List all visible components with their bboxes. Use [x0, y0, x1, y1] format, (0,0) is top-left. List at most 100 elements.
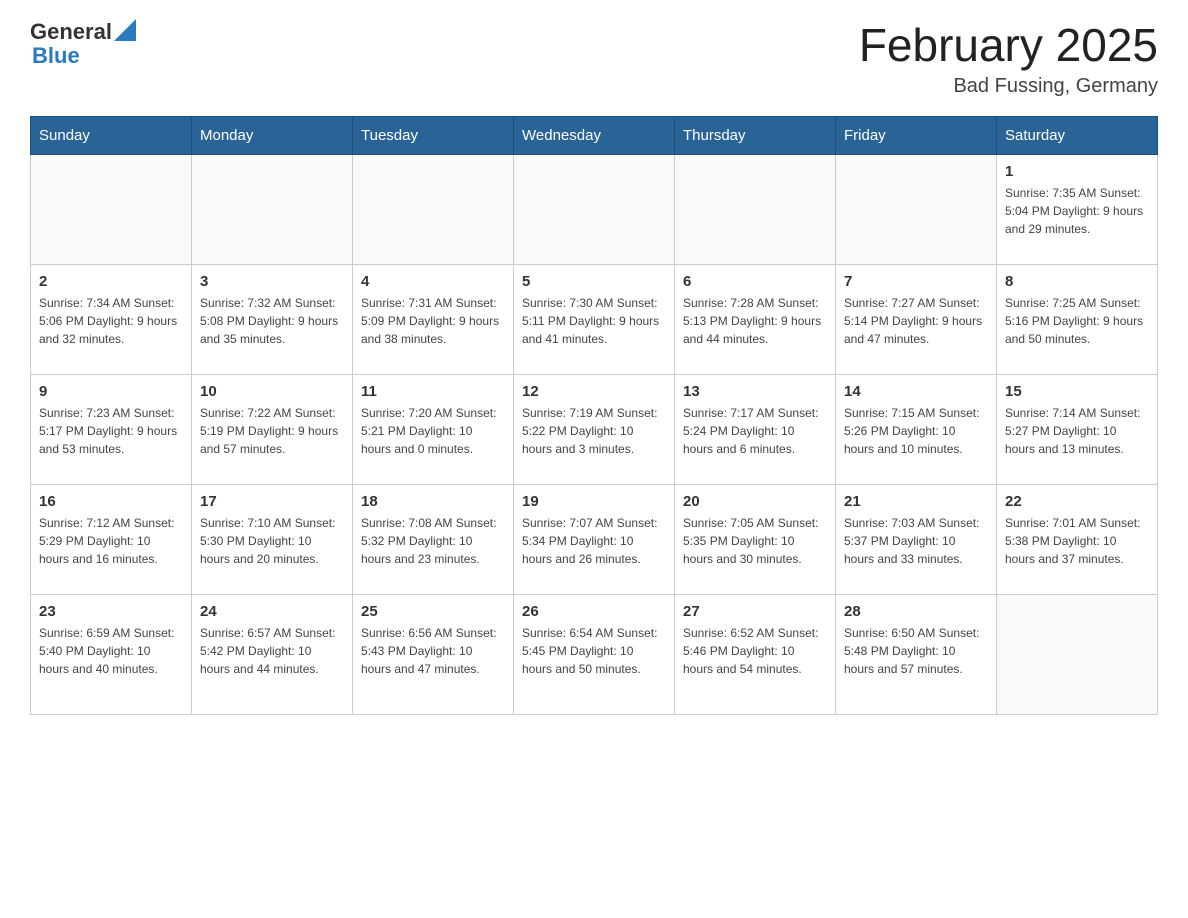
- calendar-cell: 10 Sunrise: 7:22 AM Sunset: 5:19 PM Dayli…: [192, 374, 353, 484]
- day-number: 6: [683, 273, 827, 290]
- day-info: Sunrise: 7:08 AM Sunset: 5:32 PM Dayligh…: [361, 514, 505, 568]
- calendar-cell: [675, 154, 836, 264]
- calendar-cell: 11 Sunrise: 7:20 AM Sunset: 5:21 PM Dayli…: [353, 374, 514, 484]
- calendar-cell: 26Sunrise: 6:54 AM Sunset: 5:45 PM Dayli…: [514, 594, 675, 714]
- calendar-cell: 23 Sunrise: 6:59 AM Sunset: 5:40 PM Dayli…: [31, 594, 192, 714]
- day-info: Sunrise: 7:31 AM Sunset: 5:09 PM Dayligh…: [361, 294, 505, 348]
- weekday-header-tuesday: Tuesday: [353, 116, 514, 154]
- day-info: Sunrise: 7:32 AM Sunset: 5:08 PM Dayligh…: [200, 294, 344, 348]
- weekday-header-sunday: Sunday: [31, 116, 192, 154]
- day-number: 15: [1005, 383, 1149, 400]
- day-info: Sunrise: 7:34 AM Sunset: 5:06 PM Dayligh…: [39, 294, 183, 348]
- day-info: Sunrise: 7:25 AM Sunset: 5:16 PM Dayligh…: [1005, 294, 1149, 348]
- calendar-table: SundayMondayTuesdayWednesdayThursdayFrid…: [30, 116, 1158, 715]
- calendar-week-5: 23 Sunrise: 6:59 AM Sunset: 5:40 PM Dayli…: [31, 594, 1158, 714]
- weekday-header-monday: Monday: [192, 116, 353, 154]
- calendar-week-4: 16 Sunrise: 7:12 AM Sunset: 5:29 PM Dayli…: [31, 484, 1158, 594]
- day-number: 23: [39, 603, 183, 620]
- calendar-cell: 5 Sunrise: 7:30 AM Sunset: 5:11 PM Daylig…: [514, 264, 675, 374]
- day-number: 21: [844, 493, 988, 510]
- day-info: Sunrise: 7:19 AM Sunset: 5:22 PM Dayligh…: [522, 404, 666, 458]
- weekday-header-row: SundayMondayTuesdayWednesdayThursdayFrid…: [31, 116, 1158, 154]
- day-number: 19: [522, 493, 666, 510]
- weekday-header-friday: Friday: [836, 116, 997, 154]
- logo-triangle-icon: [114, 19, 136, 41]
- day-number: 13: [683, 383, 827, 400]
- page-header: General Blue February 2025 Bad Fussing, …: [30, 20, 1158, 98]
- day-number: 5: [522, 273, 666, 290]
- day-number: 16: [39, 493, 183, 510]
- calendar-cell: 8 Sunrise: 7:25 AM Sunset: 5:16 PM Daylig…: [997, 264, 1158, 374]
- calendar-cell: 19 Sunrise: 7:07 AM Sunset: 5:34 PM Dayli…: [514, 484, 675, 594]
- day-info: Sunrise: 7:35 AM Sunset: 5:04 PM Dayligh…: [1005, 184, 1149, 238]
- day-number: 7: [844, 273, 988, 290]
- day-info: Sunrise: 7:28 AM Sunset: 5:13 PM Dayligh…: [683, 294, 827, 348]
- day-number: 2: [39, 273, 183, 290]
- calendar-cell: 2 Sunrise: 7:34 AM Sunset: 5:06 PM Daylig…: [31, 264, 192, 374]
- calendar-cell: 7Sunrise: 7:27 AM Sunset: 5:14 PM Daylig…: [836, 264, 997, 374]
- day-number: 26: [522, 603, 666, 620]
- calendar-cell: 3 Sunrise: 7:32 AM Sunset: 5:08 PM Daylig…: [192, 264, 353, 374]
- day-info: Sunrise: 7:01 AM Sunset: 5:38 PM Dayligh…: [1005, 514, 1149, 568]
- day-number: 25: [361, 603, 505, 620]
- day-info: Sunrise: 7:12 AM Sunset: 5:29 PM Dayligh…: [39, 514, 183, 568]
- day-number: 20: [683, 493, 827, 510]
- calendar-cell: 18 Sunrise: 7:08 AM Sunset: 5:32 PM Dayli…: [353, 484, 514, 594]
- calendar-cell: 17Sunrise: 7:10 AM Sunset: 5:30 PM Dayli…: [192, 484, 353, 594]
- weekday-header-saturday: Saturday: [997, 116, 1158, 154]
- calendar-cell: 13 Sunrise: 7:17 AM Sunset: 5:24 PM Dayli…: [675, 374, 836, 484]
- day-number: 27: [683, 603, 827, 620]
- day-number: 8: [1005, 273, 1149, 290]
- weekday-header-thursday: Thursday: [675, 116, 836, 154]
- calendar-cell: 24 Sunrise: 6:57 AM Sunset: 5:42 PM Dayli…: [192, 594, 353, 714]
- weekday-header-wednesday: Wednesday: [514, 116, 675, 154]
- day-info: Sunrise: 7:23 AM Sunset: 5:17 PM Dayligh…: [39, 404, 183, 458]
- calendar-cell: [836, 154, 997, 264]
- logo-general-text: General: [30, 20, 112, 44]
- calendar-cell: 14Sunrise: 7:15 AM Sunset: 5:26 PM Dayli…: [836, 374, 997, 484]
- calendar-cell: 20 Sunrise: 7:05 AM Sunset: 5:35 PM Dayli…: [675, 484, 836, 594]
- day-info: Sunrise: 6:59 AM Sunset: 5:40 PM Dayligh…: [39, 624, 183, 678]
- calendar-cell: 15Sunrise: 7:14 AM Sunset: 5:27 PM Dayli…: [997, 374, 1158, 484]
- title-block: February 2025 Bad Fussing, Germany: [859, 20, 1158, 98]
- calendar-cell: 9 Sunrise: 7:23 AM Sunset: 5:17 PM Daylig…: [31, 374, 192, 484]
- day-number: 11: [361, 383, 505, 400]
- calendar-cell: 6 Sunrise: 7:28 AM Sunset: 5:13 PM Daylig…: [675, 264, 836, 374]
- logo-blue-text: Blue: [32, 44, 136, 68]
- day-number: 22: [1005, 493, 1149, 510]
- calendar-cell: 22 Sunrise: 7:01 AM Sunset: 5:38 PM Dayli…: [997, 484, 1158, 594]
- calendar-cell: 12 Sunrise: 7:19 AM Sunset: 5:22 PM Dayli…: [514, 374, 675, 484]
- calendar-cell: [997, 594, 1158, 714]
- calendar-title: February 2025: [859, 20, 1158, 71]
- day-info: Sunrise: 7:20 AM Sunset: 5:21 PM Dayligh…: [361, 404, 505, 458]
- day-number: 3: [200, 273, 344, 290]
- day-number: 12: [522, 383, 666, 400]
- day-info: Sunrise: 7:30 AM Sunset: 5:11 PM Dayligh…: [522, 294, 666, 348]
- day-info: Sunrise: 7:05 AM Sunset: 5:35 PM Dayligh…: [683, 514, 827, 568]
- calendar-cell: 16 Sunrise: 7:12 AM Sunset: 5:29 PM Dayli…: [31, 484, 192, 594]
- day-number: 24: [200, 603, 344, 620]
- calendar-subtitle: Bad Fussing, Germany: [859, 75, 1158, 98]
- calendar-cell: [192, 154, 353, 264]
- day-number: 14: [844, 383, 988, 400]
- day-number: 9: [39, 383, 183, 400]
- calendar-cell: 4 Sunrise: 7:31 AM Sunset: 5:09 PM Daylig…: [353, 264, 514, 374]
- day-number: 28: [844, 603, 988, 620]
- day-number: 4: [361, 273, 505, 290]
- calendar-cell: [353, 154, 514, 264]
- day-info: Sunrise: 6:50 AM Sunset: 5:48 PM Dayligh…: [844, 624, 988, 678]
- day-info: Sunrise: 7:17 AM Sunset: 5:24 PM Dayligh…: [683, 404, 827, 458]
- day-info: Sunrise: 6:57 AM Sunset: 5:42 PM Dayligh…: [200, 624, 344, 678]
- day-info: Sunrise: 7:22 AM Sunset: 5:19 PM Dayligh…: [200, 404, 344, 458]
- day-info: Sunrise: 7:07 AM Sunset: 5:34 PM Dayligh…: [522, 514, 666, 568]
- day-info: Sunrise: 6:52 AM Sunset: 5:46 PM Dayligh…: [683, 624, 827, 678]
- calendar-cell: 1 Sunrise: 7:35 AM Sunset: 5:04 PM Daylig…: [997, 154, 1158, 264]
- calendar-cell: [31, 154, 192, 264]
- day-number: 1: [1005, 163, 1149, 180]
- calendar-cell: 27 Sunrise: 6:52 AM Sunset: 5:46 PM Dayli…: [675, 594, 836, 714]
- calendar-week-3: 9 Sunrise: 7:23 AM Sunset: 5:17 PM Daylig…: [31, 374, 1158, 484]
- calendar-week-2: 2 Sunrise: 7:34 AM Sunset: 5:06 PM Daylig…: [31, 264, 1158, 374]
- day-number: 18: [361, 493, 505, 510]
- logo: General Blue: [30, 20, 136, 68]
- day-number: 10: [200, 383, 344, 400]
